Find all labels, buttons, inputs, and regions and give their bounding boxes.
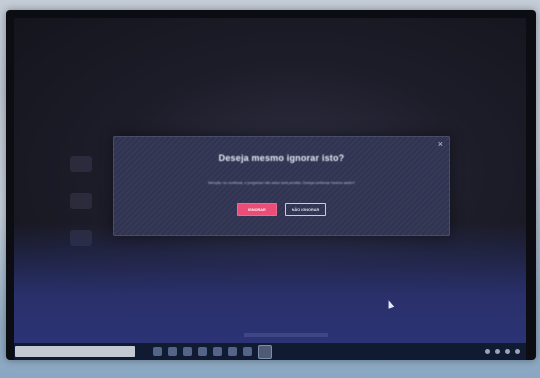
close-icon[interactable]: × [438, 140, 443, 149]
notification-icon[interactable] [515, 349, 520, 354]
task-view-icon[interactable] [168, 347, 177, 356]
mail-icon[interactable] [228, 347, 237, 356]
background-list-item [70, 156, 92, 172]
screen: × Deseja mesmo ignorar isto? Atenção: se… [14, 18, 526, 343]
background-list-item [70, 193, 92, 209]
taskbar-icons [153, 344, 272, 359]
active-app-icon[interactable] [258, 344, 272, 359]
screen-reflection [244, 333, 328, 337]
dialog-message: Atenção: se continuar, o progresso não s… [207, 181, 356, 185]
system-tray [485, 349, 520, 354]
dont-ignore-button[interactable]: NÃO IGNORAR [284, 203, 327, 216]
start-icon[interactable] [153, 347, 162, 356]
taskbar [14, 343, 526, 360]
dialog-actions: IGNORAR NÃO IGNORAR [114, 203, 449, 216]
ignore-button[interactable]: IGNORAR [236, 203, 277, 216]
volume-icon[interactable] [505, 349, 510, 354]
settings-icon[interactable] [243, 347, 252, 356]
folder-icon[interactable] [198, 347, 207, 356]
wifi-icon[interactable] [495, 349, 500, 354]
dialog-title: Deseja mesmo ignorar isto? [218, 153, 345, 163]
background-glow [14, 223, 526, 343]
confirm-dialog: × Deseja mesmo ignorar isto? Atenção: se… [113, 136, 450, 236]
browser-icon[interactable] [183, 347, 192, 356]
tray-chevron-icon[interactable] [485, 349, 490, 354]
store-icon[interactable] [213, 347, 222, 356]
search-input[interactable] [15, 346, 135, 357]
